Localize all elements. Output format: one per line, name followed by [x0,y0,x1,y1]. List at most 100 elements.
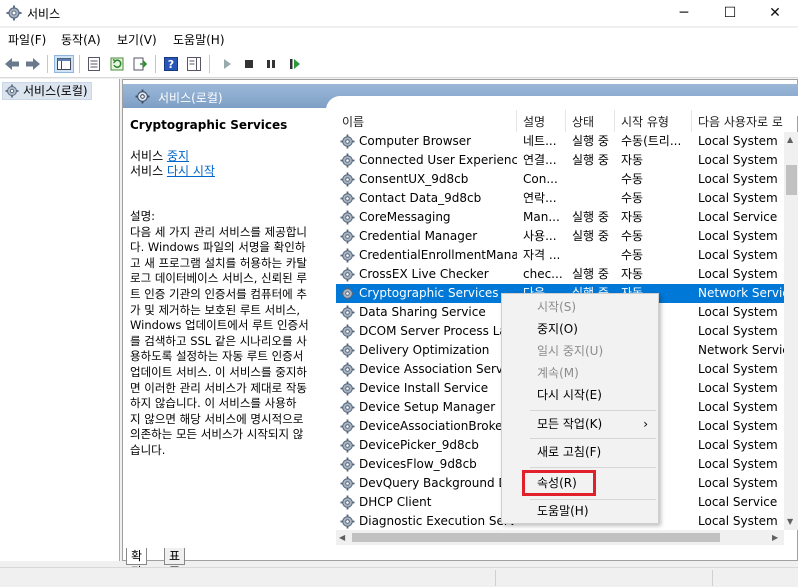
column-divider[interactable] [614,110,615,132]
column-header-startup-type[interactable]: 시작 유형 [621,113,669,130]
menu-item-pause[interactable]: 일시 중지(U) [502,340,658,362]
toolbar: ? [0,50,798,78]
service-gear-icon [340,343,355,358]
table-row[interactable]: Connected User Experience... 연결... 실행 중 자동 L… [336,151,796,170]
table-row[interactable]: CredentialEnrollmentMana... 자격 ... 수동 Local… [336,246,796,265]
menu-file[interactable]: 파일(F) [8,31,46,48]
tree-item-label: 서비스(로컬) [23,84,88,98]
tree-item-services-local[interactable]: 서비스(로컬) [2,82,92,100]
help-toolbar-button[interactable]: ? [162,55,180,73]
tab-extended[interactable]: 확장 [126,548,148,579]
table-row[interactable]: Credential Manager 사용... 실행 중 수동 Local Syste… [336,227,796,246]
vertical-scrollbar[interactable]: ▲ ▼ [784,132,798,530]
scroll-down-icon[interactable]: ▼ [787,517,793,526]
service-name: DCOM Server Process Lau... [359,324,517,338]
stop-line: 서비스 중지 [130,149,328,164]
column-header-description[interactable]: 설명 [523,113,545,130]
services-pane: 서비스(로컬) Cryptographic Services 서비스 중지 서비… [122,79,798,561]
back-button[interactable] [3,55,21,73]
stop-service-link[interactable]: 중지 [167,149,189,163]
scroll-right-icon[interactable]: ▶ [772,533,778,542]
tab-standard[interactable]: 표준 [164,548,186,579]
service-name: CredentialEnrollmentMana... [359,248,517,262]
status-divider [495,570,496,586]
service-log-on-as: Local System [698,267,778,281]
description-panel: Cryptographic Services 서비스 중지 서비스 다시 시작 … [123,108,335,548]
menu-item-stop[interactable]: 중지(O) [502,318,658,340]
column-divider[interactable] [516,110,517,132]
service-startup-type: 수동 [621,172,644,186]
minimize-button[interactable]: ─ [661,0,707,26]
table-row[interactable]: Computer Browser 네트... 실행 중 수동(트리... Local S… [336,132,796,151]
vertical-scroll-thumb[interactable] [786,165,797,195]
service-name: DHCP Client [359,495,432,509]
service-gear-icon [340,514,355,529]
title-bar: 서비스 ─ ☐ ✕ [0,0,798,26]
table-row[interactable]: CoreMessaging Man... 실행 중 자동 Local Service [336,208,796,227]
close-button[interactable]: ✕ [752,0,798,26]
column-divider[interactable] [691,110,692,132]
service-log-on-as: Network Service [698,343,797,357]
show-hide-console-tree-button[interactable] [54,55,74,73]
service-startup-type: 자동 [621,267,644,281]
menu-item-refresh[interactable]: 새로 고침(F) [502,441,658,463]
service-status: 실행 중 [572,229,609,243]
services-gear-icon [5,84,19,98]
forward-button[interactable] [24,55,42,73]
horizontal-scroll-thumb[interactable] [352,533,720,542]
description-line: 습니다. [130,442,166,457]
restart-service-link[interactable]: 다시 시작 [167,164,215,178]
service-description: Man... [523,210,560,224]
menu-action[interactable]: 동작(A) [61,31,101,48]
description-line: 트 인증 기관의 인증서를 컴퓨터에 추 [130,286,307,301]
menu-item-restart[interactable]: 다시 시작(E) [502,384,658,406]
service-log-on-as: Local Service [698,495,778,509]
menu-item-resume[interactable]: 계속(M) [502,362,658,384]
help-icon: ? [164,57,178,71]
horizontal-scrollbar[interactable]: ◀ ▶ [336,530,784,545]
services-gear-icon [135,89,150,104]
service-log-on-as: Local Service [698,210,778,224]
menu-item-help[interactable]: 도움말(H) [502,500,658,522]
service-gear-icon [340,419,355,434]
refresh-toolbar-button[interactable] [108,55,126,73]
start-service-button[interactable] [218,55,236,73]
show-action-pane-button[interactable] [185,55,203,73]
column-header-log-on-as[interactable]: 다음 사용자로 로 [698,113,783,130]
service-startup-type: 수동 [621,191,644,205]
refresh-icon [110,57,124,71]
context-menu: 시작(S) 중지(O) 일시 중지(U) 계속(M) 다시 시작(E) 모든 작… [501,293,659,524]
pane-header-title: 서비스(로컬) [158,91,223,105]
menu-help[interactable]: 도움말(H) [173,31,225,48]
scroll-left-icon[interactable]: ◀ [339,533,345,542]
table-row[interactable]: ConsentUX_9d8cb Con... 수동 Local System [336,170,796,189]
table-row[interactable]: CrossEX Live Checker chec... 실행 중 자동 Local S… [336,265,796,284]
console-tree: 서비스(로컬) [0,79,120,561]
service-startup-type: 수동 [621,229,644,243]
service-gear-icon [340,324,355,339]
service-description: 자격 ... [523,248,561,262]
pause-service-button[interactable] [262,55,280,73]
service-gear-icon [340,286,355,301]
table-row[interactable]: Contact Data_9d8cb 연락... 수동 Local System [336,189,796,208]
service-status: 실행 중 [572,267,609,281]
description-label: 설명: [130,209,156,223]
export-list-button[interactable] [131,55,149,73]
export-icon [133,57,147,71]
service-gear-icon [340,229,355,244]
column-divider[interactable] [565,110,566,132]
service-log-on-as: Local System [698,514,778,528]
column-header-name[interactable]: 이름 [342,113,364,130]
description-line: 지 않으면 해당 서비스에 명시적으로 [130,411,304,426]
menu-item-start[interactable]: 시작(S) [502,296,658,318]
menu-item-all-tasks[interactable]: 모든 작업(K) › [502,413,658,435]
stop-service-button[interactable] [240,55,258,73]
maximize-button[interactable]: ☐ [707,0,753,26]
scroll-up-icon[interactable]: ▲ [787,135,793,144]
column-header-status[interactable]: 상태 [572,113,594,130]
properties-toolbar-button[interactable] [85,55,103,73]
restart-service-button[interactable] [286,55,304,73]
service-gear-icon [340,476,355,491]
service-log-on-as: Local System [698,324,778,338]
menu-view[interactable]: 보기(V) [117,31,157,48]
